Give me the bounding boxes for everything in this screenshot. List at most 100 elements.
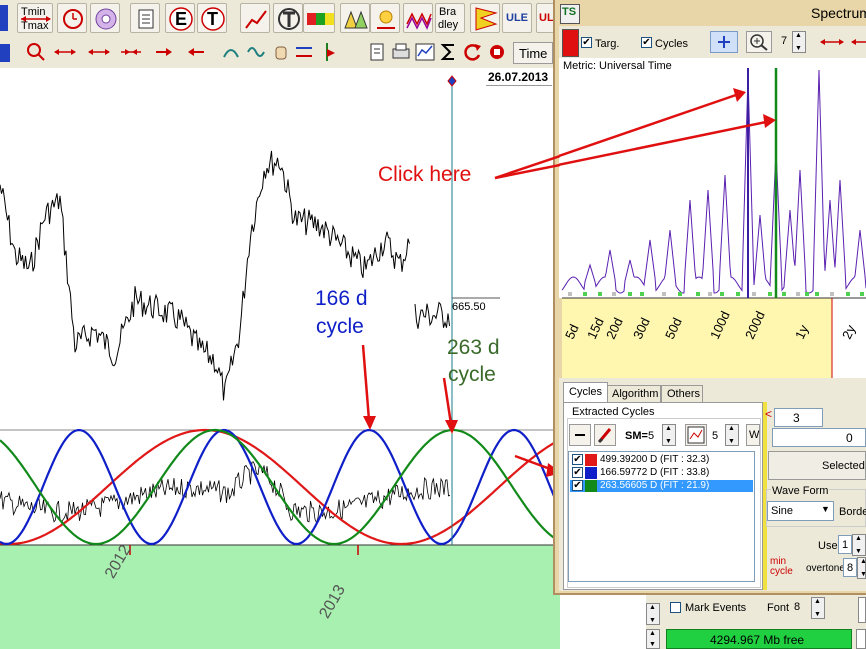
refresh-button[interactable] [462, 41, 484, 63]
pin-button[interactable] [370, 3, 400, 33]
flag-icon [475, 7, 498, 31]
e-button[interactable]: E [165, 3, 195, 33]
wave-form-select[interactable]: Sine ▼ [767, 501, 834, 521]
logo-text: TS [562, 6, 577, 18]
cycle-row-selected[interactable]: ✔ 263.56605 D (FIT : 21.9) [570, 480, 753, 492]
value-1-field[interactable]: 3 [774, 408, 823, 427]
bottom-spinner[interactable] [646, 629, 660, 649]
spectrum-titlebar[interactable]: TS Spectrum [555, 0, 866, 26]
period-tick [782, 292, 786, 296]
tool-icon [490, 45, 504, 59]
tab-cycles[interactable]: Cycles [563, 382, 608, 403]
cycle-checkbox[interactable]: ✔ [572, 467, 583, 478]
selected-button[interactable]: Selected [768, 451, 866, 480]
targ-checkbox[interactable]: ✔ [581, 37, 592, 48]
shift-left-button[interactable] [185, 41, 207, 63]
spectrum-expand-button[interactable] [818, 31, 846, 53]
print-button[interactable] [390, 41, 412, 63]
bradley-button[interactable]: Bra dley [435, 3, 465, 33]
min-cycle-label-2: cycle [770, 566, 793, 577]
value-2: 0 [846, 431, 853, 445]
align-button[interactable] [293, 41, 315, 63]
pick-color-button[interactable] [594, 424, 616, 446]
zoom-spectrum-button[interactable] [746, 31, 772, 53]
stretch-button[interactable] [86, 41, 112, 63]
overtone-spinner[interactable] [857, 557, 866, 579]
period-tick [815, 292, 819, 296]
zoom-value-field[interactable]: 7 [778, 32, 792, 52]
spectrum-title: Spectrum [811, 5, 866, 21]
tool-button[interactable] [486, 41, 508, 63]
remove-cycle-button[interactable] [569, 424, 591, 446]
color-bar-button[interactable] [303, 3, 335, 33]
second-toolbar-swatch[interactable] [0, 44, 10, 62]
zoom-value: 7 [781, 35, 788, 47]
use-value-field[interactable]: 1 [838, 535, 852, 554]
period-tick [662, 292, 666, 296]
cycles-checkbox[interactable]: ✔ [641, 37, 652, 48]
align-icon [296, 47, 312, 57]
cycle-row[interactable]: ✔ 166.59772 D (FIT : 33.8) [570, 467, 753, 479]
chart-color-swatch[interactable] [0, 5, 8, 31]
click-here-annotation: Click here [378, 163, 472, 186]
mark-events-checkbox[interactable] [670, 602, 681, 613]
period-tick [860, 292, 864, 296]
sigma-button[interactable] [438, 41, 460, 63]
zoom-button[interactable] [25, 41, 47, 63]
line-chart-button[interactable] [240, 3, 270, 33]
tab-algorithm[interactable]: Algorithm [607, 385, 661, 403]
memory-status-bar: 4294.967 Mb free [666, 629, 852, 649]
cycle-text: 166.59772 D (FIT : 33.8) [600, 467, 710, 478]
cycle-row[interactable]: ✔ 499.39200 D (FIT : 32.3) [570, 454, 753, 466]
shift-right-button[interactable] [153, 41, 175, 63]
clock-icon [63, 9, 83, 29]
tab-others[interactable]: Others [661, 385, 703, 403]
left-status-spinner[interactable] [646, 603, 660, 625]
font-spinner[interactable] [811, 597, 825, 619]
zoom-spinner[interactable] [792, 31, 806, 53]
wave-icon [406, 12, 432, 30]
bradley-label-1: Bra [439, 6, 457, 18]
flag-button[interactable] [470, 3, 500, 33]
cycles-list[interactable]: ✔ 499.39200 D (FIT : 32.3) ✔ 166.59772 D… [568, 451, 755, 582]
clock-button[interactable] [57, 3, 87, 33]
hand-button[interactable] [270, 41, 292, 63]
spectrum-color-swatch[interactable] [562, 29, 579, 57]
marker-button[interactable] [316, 41, 338, 63]
arrow-left-icon [188, 48, 204, 56]
histogram-button[interactable] [414, 41, 436, 63]
settings-button[interactable] [90, 3, 120, 33]
period-tick [720, 292, 724, 296]
cycle-checkbox[interactable]: ✔ [572, 454, 583, 465]
use-spinner[interactable] [852, 534, 866, 556]
sm-spinner[interactable] [662, 424, 676, 446]
crosshair-button[interactable] [710, 31, 738, 53]
t-button[interactable]: T [197, 3, 227, 33]
pattern-button[interactable] [340, 3, 370, 33]
double-arrow-icon [54, 49, 76, 55]
ule-button[interactable]: ULE [502, 3, 532, 33]
spectrum-shift-button[interactable] [849, 31, 866, 53]
overtone-field[interactable]: 8 [843, 558, 857, 577]
wave-sm-button[interactable] [245, 41, 267, 63]
chart-settings-button[interactable] [685, 424, 707, 446]
page-button[interactable] [366, 41, 388, 63]
second-spinner[interactable] [725, 424, 739, 446]
expand-button[interactable] [52, 41, 78, 63]
cycle-color-swatch [585, 454, 597, 466]
time-button[interactable]: Time [513, 42, 553, 64]
compress-button[interactable] [118, 41, 144, 63]
wave-button[interactable] [403, 3, 433, 33]
w-button[interactable]: W [746, 424, 760, 446]
document-button[interactable] [130, 3, 160, 33]
value-2-field[interactable]: 0 [772, 428, 866, 447]
arc-button[interactable] [220, 41, 242, 63]
period-axis-band [562, 298, 832, 378]
line-chart-icon [245, 10, 267, 29]
sm-value: 5 [648, 430, 655, 442]
cycle-checkbox[interactable]: ✔ [572, 480, 583, 491]
arrow-right-icon [156, 48, 172, 56]
wave-form-label: Wave Form [771, 485, 830, 497]
tmin-tmax-button[interactable]: Tmin Tmax [17, 3, 53, 33]
t-circle-button[interactable] [273, 3, 303, 33]
